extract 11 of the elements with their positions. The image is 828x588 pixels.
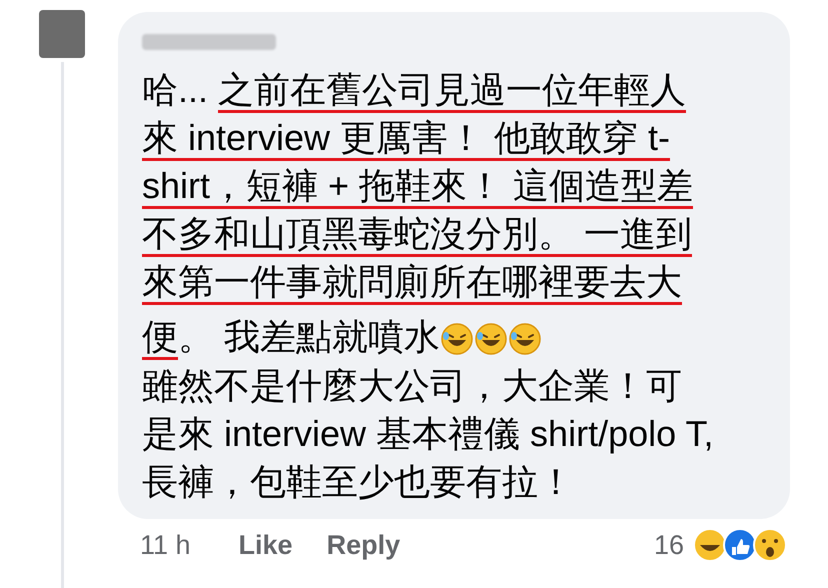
action-link[interactable]: Like [238,527,293,563]
comment-text: 雖然不是什麼大公司，大企業！可 是來 interview 基本禮儀 shirt/polo T, 長褲，包鞋至少也要有拉！ [142,366,714,504]
avatar-placeholder[interactable] [39,10,85,58]
comment-time: 11 h [140,529,191,562]
laughing-emoji-icon [474,322,508,356]
comment-text: 哈... 之前在舊公司見過一位年輕人 來 interview 更厲害！ 他敢敢穿 t- shirt，短褲 + 拖鞋來！ 這個造型差 不多和山頂黑毒蛇沒分別。 一進到 來第一件事就問廁所在哪裡要去大 [142,70,774,305]
laughing-emoji-icon [508,322,542,356]
action-link[interactable]: Reply [326,527,400,563]
comment-text: 便。 我差點就噴水 [142,317,440,360]
reaction-count: 16 [654,529,684,562]
laughing-emoji-icon [440,322,474,356]
